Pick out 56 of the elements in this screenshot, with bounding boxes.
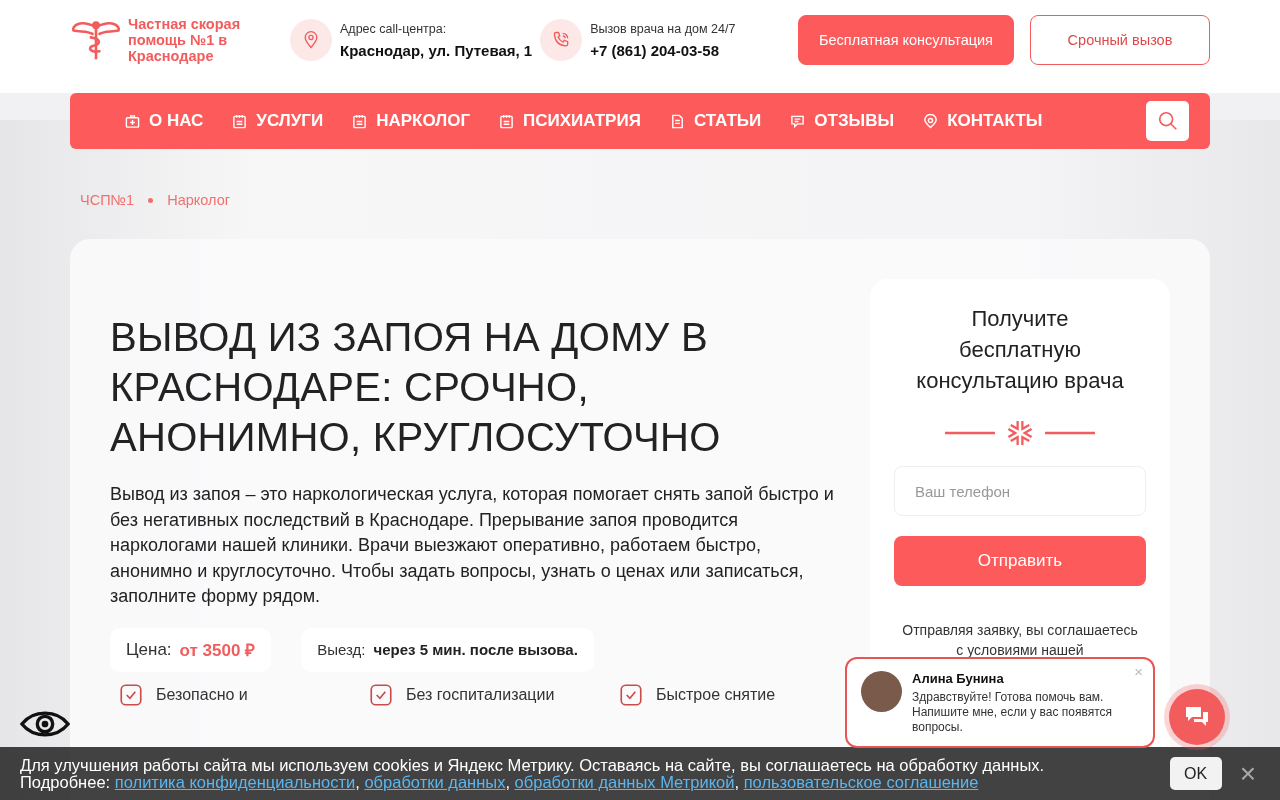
- feature-icon: [118, 681, 144, 708]
- logo-text[interactable]: Частная скорая помощь №1 в Краснодаре: [128, 16, 258, 64]
- clipboard-icon: [499, 113, 514, 129]
- intro-paragraph: Вывод из запоя – это наркологическая услуга, которая помогает снять запой быстро и без негативных последствий в Краснодаре. Прерывание запоя проводится наркологами нашей клиники. Врачи выезжают оперативно, работаем быстро, анонимно и круглосуточно. Чтобы задать вопросы, узнать о ценах или записаться, заполните форму рядом.: [110, 483, 835, 608]
- nav-link[interactable]: СТАТЬИ: [669, 111, 762, 131]
- speech-bubble-icon: [790, 113, 806, 129]
- urgent-call-button[interactable]: Срочный вызов: [1030, 15, 1210, 65]
- ok-button[interactable]: OK: [1169, 757, 1222, 790]
- phone-icon: [540, 19, 583, 61]
- contact-label: Адрес call-центра:: [340, 21, 448, 36]
- eye-icon[interactable]: [20, 709, 70, 739]
- separator: ,: [505, 772, 510, 791]
- search-icon: [1156, 110, 1179, 132]
- phone-input[interactable]: Ваш телефон: [894, 466, 1146, 516]
- feature-text: Безопасно и: [156, 685, 248, 704]
- nav-link[interactable]: УСЛУГИ: [232, 111, 324, 131]
- nav-link[interactable]: ПСИХИАТРИЯ: [499, 111, 641, 131]
- chat-message: Здравствуйте! Готова помочь вам. Напишите мне, если у вас появятся вопросы.: [912, 690, 1114, 735]
- departure-label: Выезд:: [317, 641, 366, 658]
- feature-text: Быстрое снятие: [656, 685, 776, 704]
- feature-icon: [368, 681, 394, 708]
- breadcrumb-separator: [148, 197, 154, 203]
- operator-name: Алина Бунина: [912, 671, 1005, 686]
- contact-value[interactable]: +7 (861) 204-03-58: [590, 41, 736, 59]
- submit-button[interactable]: Отправить: [894, 536, 1146, 586]
- clipboard-icon: [352, 113, 368, 129]
- nav-link[interactable]: ОТЗЫВЫ: [790, 111, 895, 131]
- feature-icon: [618, 681, 644, 708]
- breadcrumb-link[interactable]: Нарколог: [167, 192, 231, 208]
- contact-value[interactable]: Краснодар, ул. Путевая, 1: [340, 41, 533, 59]
- separator: ,: [355, 772, 360, 791]
- page-title: ВЫВОД ИЗ ЗАПОЯ НА ДОМУ В КРАСНОДАРЕ: СРОЧНО, АНОНИМНО, КРУГЛОСУТОЧНО: [110, 314, 722, 461]
- cookie-text: Для улучшения работы сайта мы используем cookies и Яндекс Метрику. Оставаясь на сайте, вы соглашаетесь на обработку данных.: [20, 756, 1045, 774]
- separator: ,: [734, 772, 740, 791]
- consent-note: Отправляя заявку, вы соглашаетесь с условиями нашей: [901, 621, 1139, 660]
- nav-link[interactable]: КОНТАКТЫ: [923, 111, 1043, 131]
- breadcrumb-link[interactable]: ЧСП№1: [80, 192, 135, 208]
- avatar-placeholder: [861, 671, 902, 712]
- close-button[interactable]: ×: [1132, 663, 1145, 680]
- document-icon: [669, 113, 685, 129]
- search-button[interactable]: [1146, 101, 1189, 141]
- medical-kit-icon: [125, 113, 140, 129]
- price-label: Цена:: [126, 639, 172, 660]
- consultation-button[interactable]: Бесплатная консультация: [798, 15, 1014, 65]
- departure-value: через 5 мин. после вызова.: [373, 641, 578, 658]
- feature-text: Без госпитализации: [406, 685, 555, 704]
- price-value: от 3500 ₽: [179, 640, 256, 661]
- clipboard-icon: [232, 113, 248, 129]
- asterisk-divider-icon: [945, 418, 1095, 448]
- close-button[interactable]: ×: [1235, 759, 1260, 788]
- nav-link[interactable]: О НАС: [125, 111, 204, 131]
- location-icon: [923, 113, 939, 129]
- nav-link[interactable]: НАРКОЛОГ: [352, 111, 470, 131]
- form-title: Получите бесплатную консультацию врача: [915, 305, 1125, 395]
- location-pin-icon: [290, 19, 332, 61]
- contact-label: Вызов врача на дом 24/7: [590, 21, 736, 36]
